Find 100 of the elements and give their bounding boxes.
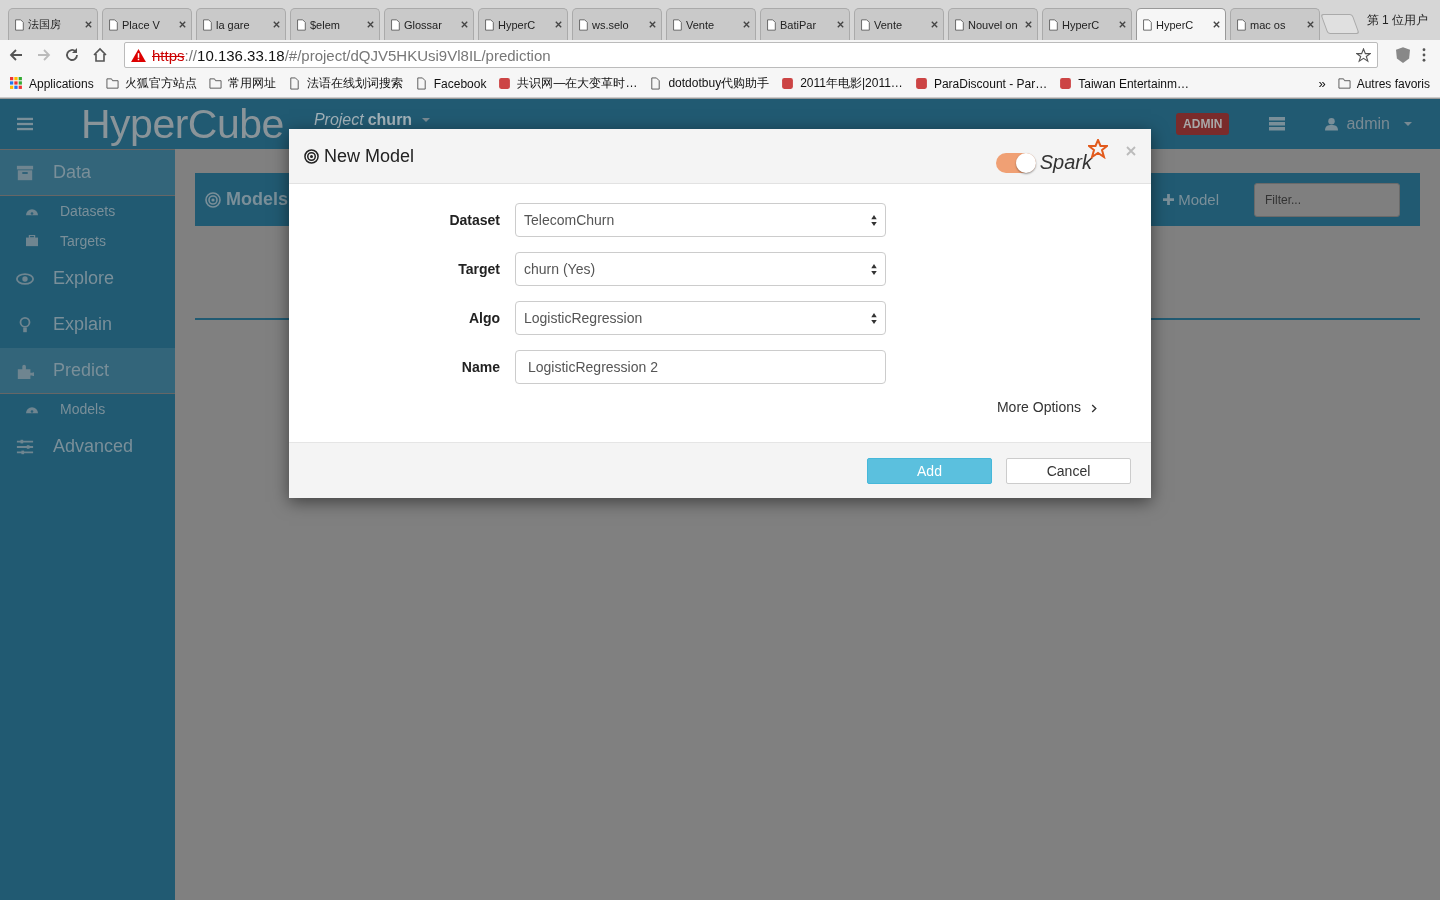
name-field[interactable]: LogisticRegression 2 xyxy=(515,350,886,384)
browser-tab[interactable]: mac os xyxy=(1230,8,1320,40)
page-icon xyxy=(1235,18,1247,31)
star-icon[interactable] xyxy=(1356,47,1371,63)
close-icon[interactable] xyxy=(742,20,751,29)
browser-tab[interactable]: 法国房 xyxy=(8,8,98,40)
browser-tab[interactable]: Place V xyxy=(102,8,192,40)
browser-tab[interactable]: HyperC xyxy=(1042,8,1132,40)
site-icon xyxy=(498,77,512,90)
home-icon[interactable] xyxy=(92,47,108,63)
dialog-title: New Model xyxy=(324,145,415,167)
page-icon xyxy=(577,18,589,31)
caret-icon xyxy=(1404,122,1412,126)
bookmark[interactable]: 常用网址 xyxy=(208,75,276,92)
folder-icon xyxy=(105,77,119,90)
spark-logo: Spark xyxy=(1039,150,1092,174)
page-icon xyxy=(13,18,25,31)
close-icon[interactable] xyxy=(460,20,469,29)
page-icon xyxy=(765,18,777,31)
select-field[interactable]: churn (Yes) xyxy=(515,252,886,286)
bookmark[interactable]: dotdotbuy代购助手 xyxy=(649,75,770,92)
page-icon xyxy=(859,18,871,31)
page-icon xyxy=(287,77,301,90)
shield-icon[interactable] xyxy=(1396,47,1410,63)
page-icon xyxy=(389,18,401,31)
page-icon xyxy=(1047,18,1059,31)
admin-badge: ADMIN xyxy=(1176,113,1230,135)
spark-toggle[interactable] xyxy=(995,153,1036,173)
filter-field[interactable]: Filter... xyxy=(1254,182,1400,217)
bookmark[interactable]: 法语在线划词搜索 xyxy=(287,75,403,92)
bookmark[interactable]: 火狐官方站点 xyxy=(105,75,197,92)
close-icon[interactable] xyxy=(1306,20,1315,29)
site-icon xyxy=(1059,77,1073,90)
browser-tab[interactable]: HyperC xyxy=(478,8,568,40)
field-label: Dataset xyxy=(448,212,500,228)
more-options-link[interactable]: More Options xyxy=(996,399,1097,415)
bookmark[interactable]: 2011年电影|2011… xyxy=(781,75,903,92)
site-icon xyxy=(781,77,795,90)
browser-tab[interactable]: la gare xyxy=(196,8,286,40)
page-icon xyxy=(201,18,213,31)
target-icon xyxy=(205,191,221,208)
page-icon xyxy=(953,18,965,31)
close-icon[interactable] xyxy=(554,20,563,29)
sort-arrows-icon xyxy=(871,312,877,324)
field-label: Name xyxy=(460,359,500,375)
browser-tab[interactable]: HyperC xyxy=(1136,8,1226,40)
close-icon[interactable] xyxy=(272,20,281,29)
bookmark[interactable]: ParaDiscount - Par… xyxy=(914,76,1048,91)
plus-icon xyxy=(1163,194,1175,205)
browser-tab[interactable]: Vente xyxy=(666,8,756,40)
bookmark-folder[interactable]: Autres favoris xyxy=(1337,76,1430,91)
sort-arrows-icon xyxy=(871,263,877,275)
warning-icon xyxy=(131,48,146,62)
user-icon xyxy=(1325,117,1339,131)
url-text: https://10.136.33.18/#/project/dQJV5HKUsi9Vl8IL/prediction xyxy=(152,46,552,64)
select-field[interactable]: LogisticRegression xyxy=(515,301,886,335)
close-icon[interactable] xyxy=(930,20,939,29)
bookmark[interactable]: Taiwan Entertainm… xyxy=(1059,76,1189,91)
close-icon[interactable] xyxy=(84,20,93,29)
field-label: Target xyxy=(457,261,500,277)
close-icon[interactable] xyxy=(1118,20,1127,29)
page-icon xyxy=(295,18,307,31)
page-icon xyxy=(483,18,495,31)
bookmark[interactable]: Facebook xyxy=(414,76,487,91)
apps-grid-icon xyxy=(10,77,23,90)
page-icon xyxy=(107,18,119,31)
page-icon xyxy=(414,77,428,90)
sliders-icon xyxy=(16,437,34,456)
sort-arrows-icon xyxy=(871,214,877,226)
bookmark[interactable]: 共识网—在大变革时… xyxy=(498,75,638,92)
menu-icon[interactable] xyxy=(1422,48,1426,62)
browser-tab[interactable]: $elem xyxy=(290,8,380,40)
close-icon[interactable] xyxy=(178,20,187,29)
back-icon[interactable] xyxy=(8,47,24,63)
folder-icon xyxy=(1337,77,1351,90)
close-icon[interactable] xyxy=(836,20,845,29)
field-label: Algo xyxy=(467,310,500,326)
target-icon xyxy=(304,148,319,164)
select-field[interactable]: TelecomChurn xyxy=(515,203,886,237)
more-bookmarks-button[interactable]: » xyxy=(1318,76,1326,91)
bookmark[interactable]: Applications xyxy=(10,76,94,91)
caret-icon xyxy=(422,118,431,122)
reload-icon[interactable] xyxy=(64,47,80,63)
close-icon[interactable] xyxy=(1024,20,1033,29)
panel-title: Models xyxy=(226,189,288,210)
browser-tab[interactable]: ws.selo xyxy=(572,8,662,40)
cancel-button[interactable]: Cancel xyxy=(1006,457,1131,484)
page-icon xyxy=(671,18,683,31)
address-field[interactable]: https://10.136.33.18/#/project/dQJV5HKUsi9Vl8IL/prediction xyxy=(124,42,1378,68)
browser-tab[interactable]: Nouvel on xyxy=(948,8,1038,40)
close-icon[interactable] xyxy=(1212,20,1221,29)
browser-tab[interactable]: BatiPar xyxy=(760,8,850,40)
browser-tab[interactable]: Glossar xyxy=(384,8,474,40)
page-icon xyxy=(1141,18,1153,31)
profile-name[interactable]: 第 1 位用户 xyxy=(1366,12,1428,29)
chevron-right-icon xyxy=(1091,404,1097,413)
close-icon[interactable] xyxy=(648,20,657,29)
briefcase-icon xyxy=(25,235,39,247)
close-icon[interactable] xyxy=(366,20,375,29)
browser-tab[interactable]: Vente xyxy=(854,8,944,40)
